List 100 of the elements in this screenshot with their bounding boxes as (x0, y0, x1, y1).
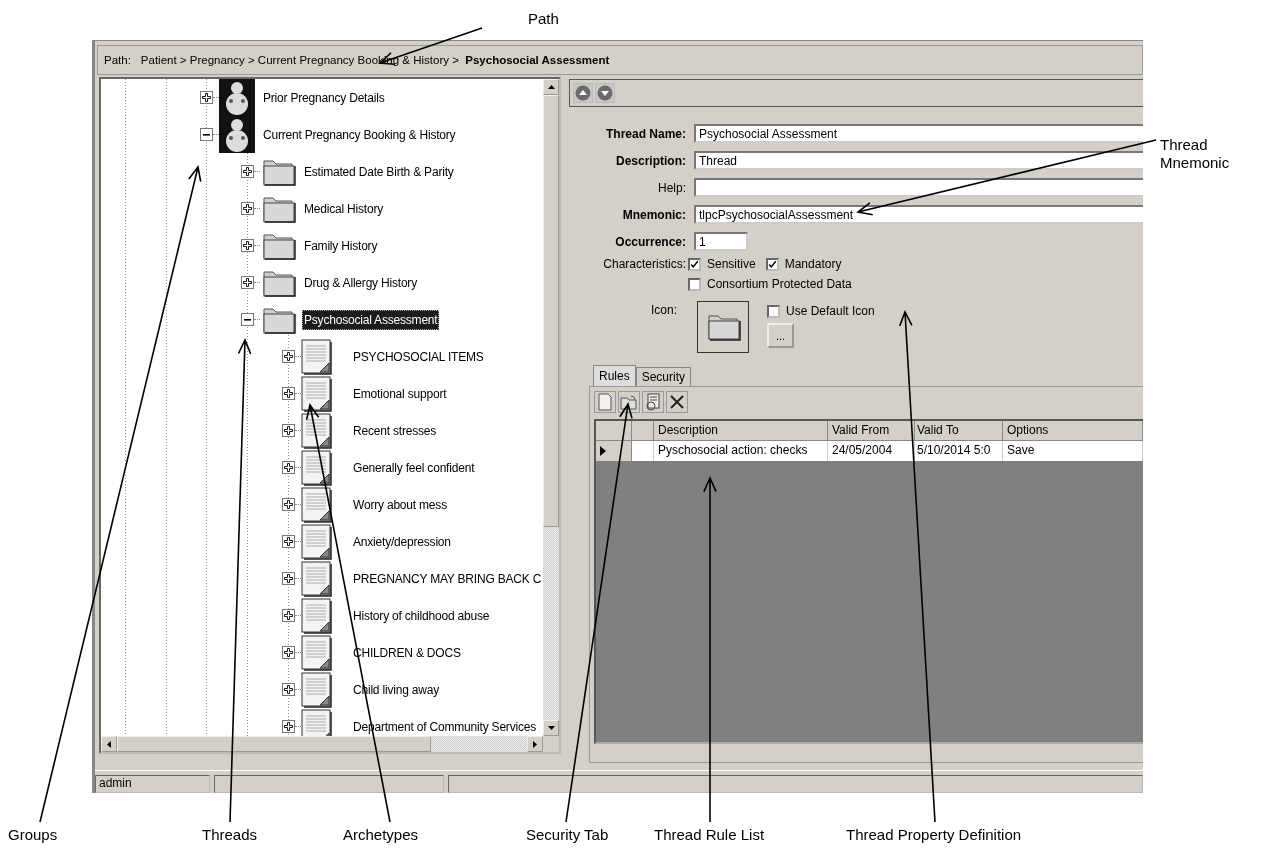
vertical-scrollbar[interactable] (543, 79, 559, 736)
checkbox-label: Mandatory (784, 257, 842, 271)
column-header[interactable]: Options (1003, 421, 1143, 441)
row-indicator[interactable] (596, 441, 632, 461)
checkbox[interactable] (688, 257, 701, 271)
tree-item[interactable]: Recent stresses (351, 420, 439, 441)
input-field[interactable] (694, 178, 1143, 197)
expand-toggle[interactable] (282, 387, 295, 400)
tree-item[interactable]: Psychosocial Assessment (302, 309, 440, 330)
field-label: Help: (657, 180, 687, 195)
table-cell: Pyschosocial action: checks (654, 441, 828, 461)
checkbox[interactable] (765, 257, 779, 271)
checkmark-icon (690, 258, 699, 270)
expand-toggle[interactable] (282, 498, 295, 511)
expand-toggle[interactable] (241, 202, 254, 215)
expand-toggle[interactable] (282, 572, 295, 585)
tree-item[interactable]: History of childhood abuse (351, 605, 492, 626)
tree-item[interactable]: PREGNANCY MAY BRING BACK C (351, 568, 543, 589)
tree-item[interactable]: PSYCHOSOCIAL ITEMS (351, 346, 486, 367)
field-label: Characteristics: (602, 257, 687, 271)
column-header[interactable]: Valid To (915, 421, 1003, 441)
field-label: Description: (615, 153, 687, 168)
plus-icon (284, 463, 293, 472)
scrollbar-corner (543, 736, 559, 752)
up-arrow-icon (547, 85, 555, 89)
plus-icon (284, 685, 293, 694)
tree-item[interactable]: Worry about mess (351, 494, 449, 515)
callout-label: Threads (202, 826, 259, 844)
plus-icon (284, 426, 293, 435)
table-cell: Save (1003, 441, 1143, 461)
move-up-button[interactable] (573, 83, 593, 103)
tree-item[interactable]: Current Pregnancy Booking & History (261, 124, 458, 145)
expand-toggle[interactable] (241, 239, 254, 252)
expand-toggle[interactable] (241, 165, 254, 178)
expand-toggle[interactable] (282, 424, 295, 437)
plus-icon (284, 722, 293, 731)
expand-toggle[interactable] (282, 720, 295, 733)
checkbox[interactable] (767, 304, 780, 318)
plus-icon (243, 204, 252, 213)
column-header[interactable]: Description (654, 421, 828, 441)
expand-toggle[interactable] (200, 91, 213, 104)
folder-icon (620, 394, 638, 410)
delete-button[interactable] (666, 391, 688, 413)
move-down-button[interactable] (595, 83, 615, 103)
expand-toggle[interactable] (282, 461, 295, 474)
callout-label: Thread Rule List (654, 826, 766, 844)
horizontal-scrollbar[interactable] (101, 736, 559, 752)
form-icon (645, 393, 661, 411)
left-arrow-icon (107, 740, 111, 748)
expand-toggle[interactable] (282, 683, 295, 696)
open-button[interactable] (618, 391, 640, 413)
expand-toggle[interactable] (282, 350, 295, 363)
column-header[interactable]: Valid From (828, 421, 915, 441)
plus-icon (243, 167, 252, 176)
path-label: Path: (104, 54, 131, 66)
tree-item[interactable]: Anxiety/depression (351, 531, 453, 552)
plus-icon (284, 648, 293, 657)
expand-toggle[interactable] (241, 276, 254, 289)
icon-preview[interactable] (697, 301, 749, 353)
field-label: Mnemonic: (621, 207, 687, 222)
checkbox-label: Consortium Protected Data (707, 277, 852, 291)
plus-icon (284, 352, 293, 361)
properties-button[interactable] (642, 391, 664, 413)
page-icon (597, 393, 613, 411)
tree-item[interactable]: Emotional support (351, 383, 449, 404)
plus-icon (202, 93, 211, 102)
tree-item[interactable]: Medical History (302, 198, 386, 219)
current-row-icon (600, 446, 606, 456)
field-label: Occurrence: (614, 234, 687, 249)
callout-label: Path (528, 10, 560, 28)
plus-icon (284, 389, 293, 398)
expand-toggle[interactable] (200, 128, 213, 141)
figure-icon (219, 116, 255, 153)
plus-icon (284, 611, 293, 620)
input-field[interactable]: Thread (694, 151, 1143, 170)
callout-label: Thread Mnemonic (1160, 136, 1231, 172)
expand-toggle[interactable] (282, 609, 295, 622)
browse-button[interactable]: ... (767, 323, 794, 348)
tree-item[interactable]: Prior Pregnancy Details (261, 87, 387, 108)
tab[interactable]: Rules (593, 365, 636, 386)
tab[interactable]: Security (635, 367, 692, 386)
expand-toggle[interactable] (282, 646, 295, 659)
table-cell (632, 441, 654, 461)
checkbox[interactable] (688, 277, 701, 291)
tree-item[interactable]: Family History (302, 235, 380, 256)
status-user: admin (95, 775, 210, 793)
callout-label: Thread Property Definition (846, 826, 1023, 844)
tree-item[interactable]: Generally feel confident (351, 457, 477, 478)
input-field[interactable]: Psychosocial Assessment (694, 124, 1143, 143)
callout-label: Archetypes (343, 826, 420, 844)
close-icon (669, 394, 685, 410)
expand-toggle[interactable] (282, 535, 295, 548)
input-field[interactable]: 1 (694, 232, 748, 251)
plus-icon (284, 574, 293, 583)
tree-item[interactable]: Drug & Allergy History (302, 272, 419, 293)
plus-icon (243, 278, 252, 287)
tree-item[interactable]: Estimated Date Birth & Parity (302, 161, 456, 182)
input-field[interactable]: tlpcPsychosocialAssessment (694, 205, 1143, 224)
field-label: Thread Name: (604, 126, 687, 141)
expand-toggle[interactable] (241, 313, 254, 326)
